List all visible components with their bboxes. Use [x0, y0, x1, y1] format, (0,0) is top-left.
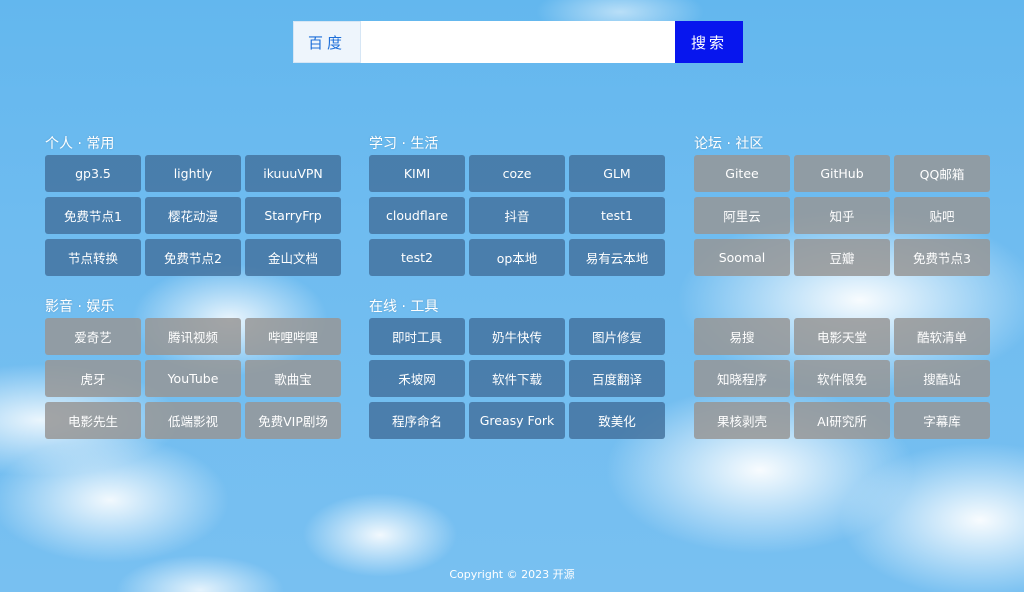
link-tile[interactable]: op本地 [469, 239, 565, 276]
link-tile[interactable]: 金山文档 [245, 239, 341, 276]
group-title: 影音 · 娱乐 [45, 299, 115, 315]
group-media-entertainment: 影音 · 娱乐 爱奇艺 腾讯视频 哔哩哔哩 虎牙 YouTube 歌曲宝 电影先… [45, 297, 341, 439]
link-tile[interactable]: 软件限免 [794, 360, 890, 397]
search-engine-selector[interactable]: 百度 [293, 21, 361, 63]
group-misc: 易搜 电影天堂 酷软清单 知晓程序 软件限免 搜酷站 果核剥壳 AI研究所 字幕… [694, 297, 990, 439]
link-tile[interactable]: 百度翻译 [569, 360, 665, 397]
link-tile[interactable]: GitHub [794, 155, 890, 192]
link-tile[interactable]: 易有云本地 [569, 239, 665, 276]
link-tile[interactable]: 樱花动漫 [145, 197, 241, 234]
link-tile[interactable]: gp3.5 [45, 155, 141, 192]
link-tile[interactable]: StarryFrp [245, 197, 341, 234]
group-title: 学习 · 生活 [369, 136, 439, 152]
link-tile[interactable]: Gitee [694, 155, 790, 192]
link-tile[interactable]: 豆瓣 [794, 239, 890, 276]
link-tile[interactable]: 图片修复 [569, 318, 665, 355]
link-tile[interactable]: 电影天堂 [794, 318, 890, 355]
link-tile[interactable]: 知晓程序 [694, 360, 790, 397]
group-study-life: 学习 · 生活 KIMI coze GLM cloudflare 抖音 test… [369, 134, 665, 276]
link-tile[interactable]: KIMI [369, 155, 465, 192]
link-grid: 爱奇艺 腾讯视频 哔哩哔哩 虎牙 YouTube 歌曲宝 电影先生 低端影视 免… [45, 318, 341, 439]
link-tile[interactable]: GLM [569, 155, 665, 192]
link-tile[interactable]: 即时工具 [369, 318, 465, 355]
link-tile[interactable]: 抖音 [469, 197, 565, 234]
link-tile[interactable]: test1 [569, 197, 665, 234]
link-tile[interactable]: 酷软清单 [894, 318, 990, 355]
link-tile[interactable]: 免费VIP剧场 [245, 402, 341, 439]
link-tile[interactable]: 果核剥壳 [694, 402, 790, 439]
search-bar: 百度 搜索 [293, 21, 743, 63]
link-tile[interactable]: 致美化 [569, 402, 665, 439]
link-tile[interactable]: 搜酷站 [894, 360, 990, 397]
group-online-tools: 在线 · 工具 即时工具 奶牛快传 图片修复 禾坡网 软件下载 百度翻译 程序命… [369, 297, 665, 439]
link-tile[interactable]: 贴吧 [894, 197, 990, 234]
link-grid: 易搜 电影天堂 酷软清单 知晓程序 软件限免 搜酷站 果核剥壳 AI研究所 字幕… [694, 318, 990, 439]
link-tile[interactable]: cloudflare [369, 197, 465, 234]
link-tile[interactable]: QQ邮箱 [894, 155, 990, 192]
link-tile[interactable]: 阿里云 [694, 197, 790, 234]
link-tile[interactable]: 软件下载 [469, 360, 565, 397]
link-tile[interactable]: 易搜 [694, 318, 790, 355]
link-tile[interactable]: 程序命名 [369, 402, 465, 439]
link-tile[interactable]: AI研究所 [794, 402, 890, 439]
link-tile[interactable]: Soomal [694, 239, 790, 276]
link-tile[interactable]: 免费节点2 [145, 239, 241, 276]
group-title [694, 297, 990, 317]
link-tile[interactable]: 腾讯视频 [145, 318, 241, 355]
search-button[interactable]: 搜索 [675, 21, 743, 63]
link-tile[interactable]: 虎牙 [45, 360, 141, 397]
link-grid: Gitee GitHub QQ邮箱 阿里云 知乎 贴吧 Soomal 豆瓣 免费… [694, 155, 990, 276]
link-tile[interactable]: coze [469, 155, 565, 192]
search-input[interactable] [361, 21, 675, 63]
link-tile[interactable]: 哔哩哔哩 [245, 318, 341, 355]
link-grid: KIMI coze GLM cloudflare 抖音 test1 test2 … [369, 155, 665, 276]
link-tile[interactable]: 字幕库 [894, 402, 990, 439]
link-tile[interactable]: Greasy Fork [469, 402, 565, 439]
link-tile[interactable]: 歌曲宝 [245, 360, 341, 397]
link-tile[interactable]: 奶牛快传 [469, 318, 565, 355]
group-personal: 个人 · 常用 gp3.5 lightly ikuuuVPN 免费节点1 樱花动… [45, 134, 341, 276]
link-tile[interactable]: 节点转换 [45, 239, 141, 276]
group-title: 论坛 · 社区 [694, 136, 764, 152]
link-tile[interactable]: 爱奇艺 [45, 318, 141, 355]
link-tile[interactable]: 低端影视 [145, 402, 241, 439]
link-tile[interactable]: YouTube [145, 360, 241, 397]
link-grid: 即时工具 奶牛快传 图片修复 禾坡网 软件下载 百度翻译 程序命名 Greasy… [369, 318, 665, 439]
link-tile[interactable]: 电影先生 [45, 402, 141, 439]
link-tile[interactable]: 禾坡网 [369, 360, 465, 397]
link-grid: gp3.5 lightly ikuuuVPN 免费节点1 樱花动漫 Starry… [45, 155, 341, 276]
link-tile[interactable]: lightly [145, 155, 241, 192]
group-forum-community: 论坛 · 社区 Gitee GitHub QQ邮箱 阿里云 知乎 贴吧 Soom… [694, 134, 990, 276]
group-title: 个人 · 常用 [45, 136, 115, 152]
link-tile[interactable]: 免费节点3 [894, 239, 990, 276]
link-tile[interactable]: test2 [369, 239, 465, 276]
link-tile[interactable]: 知乎 [794, 197, 890, 234]
group-title: 在线 · 工具 [369, 299, 439, 315]
link-tile[interactable]: 免费节点1 [45, 197, 141, 234]
link-tile[interactable]: ikuuuVPN [245, 155, 341, 192]
copyright-footer: Copyright © 2023 开源 [449, 568, 575, 581]
